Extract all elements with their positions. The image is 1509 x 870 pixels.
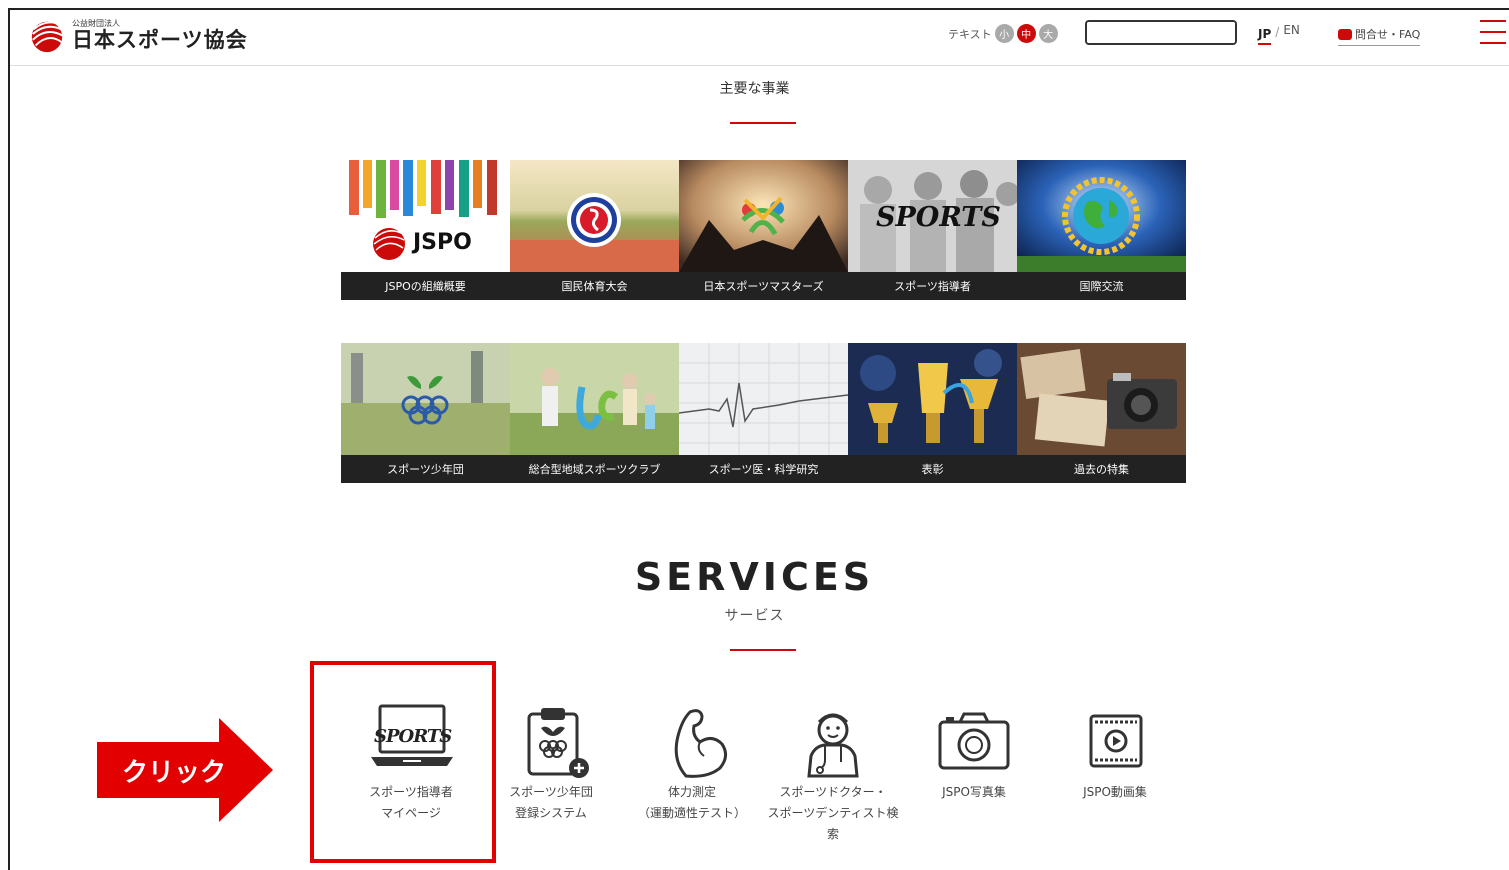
doctor-icon — [807, 713, 859, 778]
tile-past-features[interactable]: 過去の特集 — [1017, 343, 1186, 483]
text-size-medium-button[interactable]: 中 — [1016, 24, 1036, 43]
tile-logo-text: JSPO — [413, 230, 472, 255]
tile-label: 過去の特集 — [1017, 455, 1186, 483]
lang-jp-link[interactable]: JP — [1258, 27, 1272, 45]
menu-button[interactable] — [1480, 20, 1506, 44]
video-play-icon — [1089, 714, 1143, 768]
services-underline — [730, 649, 796, 651]
lang-separator: / — [1275, 25, 1280, 39]
business-row-2: スポーツ少年団 総合型地域スポーツクラブ スポーツ医・科学研究 表彰 過去の特集 — [341, 343, 1186, 483]
title-underline — [730, 122, 796, 124]
site-header: 公益財団法人 日本スポーツ協会 テキスト 小 中 大 JP / EN 問合せ・F… — [10, 10, 1509, 66]
tile-jspo-organization[interactable]: JSPO JSPOの組織概要 — [341, 160, 510, 300]
service-photo-gallery[interactable]: JSPO写真集 — [904, 700, 1044, 803]
logo-subtitle: 公益財団法人 — [72, 18, 120, 28]
main-business-title: 主要な事業 — [719, 81, 790, 97]
tile-community-sports-club[interactable]: 総合型地域スポーツクラブ — [510, 343, 679, 483]
highlight-box — [310, 661, 496, 863]
service-label-line3: 索 — [826, 827, 839, 841]
business-row-1: JSPO JSPOの組織概要 国民体育大会 日本スポーツマスターズ SPORTS… — [341, 160, 1186, 300]
text-size-small-button[interactable]: 小 — [994, 24, 1014, 43]
lang-en-link[interactable]: EN — [1283, 23, 1300, 37]
camera-icon — [938, 712, 1010, 770]
tile-sports-text: SPORTS — [876, 202, 1001, 233]
tile-sports-instructors[interactable]: SPORTS スポーツ指導者 — [848, 160, 1017, 300]
hamburger-icon — [1480, 20, 1506, 22]
services-title: SERVICES — [634, 555, 875, 599]
tile-label: 国際交流 — [1017, 272, 1186, 300]
tile-label: 総合型地域スポーツクラブ — [510, 455, 679, 483]
tile-label: 日本スポーツマスターズ — [679, 272, 848, 300]
service-label-line1: JSPO写真集 — [942, 785, 1006, 799]
search-box — [1085, 20, 1237, 45]
globe-stadium-image — [1017, 160, 1186, 272]
tile-label: スポーツ少年団 — [341, 455, 510, 483]
trophies-image — [848, 343, 1017, 455]
service-label-line1: スポーツドクター・ — [779, 785, 887, 799]
clipboard-add-icon — [527, 708, 589, 778]
tile-sports-youth-group[interactable]: スポーツ少年団 — [341, 343, 510, 483]
services-subtitle: サービス — [724, 608, 785, 624]
site-logo[interactable]: 公益財団法人 日本スポーツ協会 — [28, 16, 248, 54]
tile-sports-medicine-science[interactable]: スポーツ医・科学研究 — [679, 343, 848, 483]
service-label-line2: スポーツデンティスト検 — [767, 806, 899, 820]
tile-label: スポーツ医・科学研究 — [679, 455, 848, 483]
faq-label: 問合せ・FAQ — [1355, 28, 1421, 41]
text-size-label: テキスト — [948, 27, 992, 41]
jspo-logo-icon — [31, 21, 64, 53]
vintage-camera-image — [1017, 343, 1186, 455]
service-label-line1: 体力測定 — [667, 785, 716, 799]
service-label-line2: 登録システム — [515, 806, 587, 820]
logo-title: 日本スポーツ協会 — [72, 27, 248, 52]
search-input[interactable] — [1087, 22, 1235, 43]
youth-running-image — [341, 343, 510, 455]
chat-bubble-icon — [1338, 28, 1352, 40]
tile-label: スポーツ指導者 — [848, 272, 1017, 300]
service-sports-doctor-search[interactable]: スポーツドクター・ スポーツデンティスト検 索 — [763, 700, 903, 845]
language-switcher: JP / EN — [1258, 23, 1300, 45]
tile-international-exchange[interactable]: 国際交流 — [1017, 160, 1186, 300]
masters-image — [679, 160, 848, 272]
community-club-image — [510, 343, 679, 455]
service-label-line1: JSPO動画集 — [1083, 785, 1147, 799]
tile-awards[interactable]: 表彰 — [848, 343, 1017, 483]
track-image — [510, 160, 679, 272]
tile-national-sports-festival[interactable]: 国民体育大会 — [510, 160, 679, 300]
tile-label: JSPOの組織概要 — [341, 272, 510, 300]
tile-sports-masters[interactable]: 日本スポーツマスターズ — [679, 160, 848, 300]
tile-label: 表彰 — [848, 455, 1017, 483]
service-video-gallery[interactable]: JSPO動画集 — [1045, 700, 1185, 803]
service-label-line1: スポーツ少年団 — [509, 785, 593, 799]
text-size-large-button[interactable]: 大 — [1038, 24, 1058, 43]
text-size-switcher: テキスト 小 中 大 — [948, 24, 1058, 43]
runners-image — [341, 160, 510, 272]
faq-link[interactable]: 問合せ・FAQ — [1338, 26, 1421, 46]
service-fitness-test[interactable]: 体力測定 （運動適性テスト） — [622, 700, 762, 824]
tile-label: 国民体育大会 — [510, 272, 679, 300]
click-annotation-text: クリック — [122, 758, 227, 788]
service-youth-registration[interactable]: スポーツ少年団 登録システム — [481, 700, 621, 824]
service-label-line2: （運動適性テスト） — [637, 806, 746, 820]
ecg-image — [679, 343, 848, 455]
muscle-arm-icon — [674, 709, 727, 778]
